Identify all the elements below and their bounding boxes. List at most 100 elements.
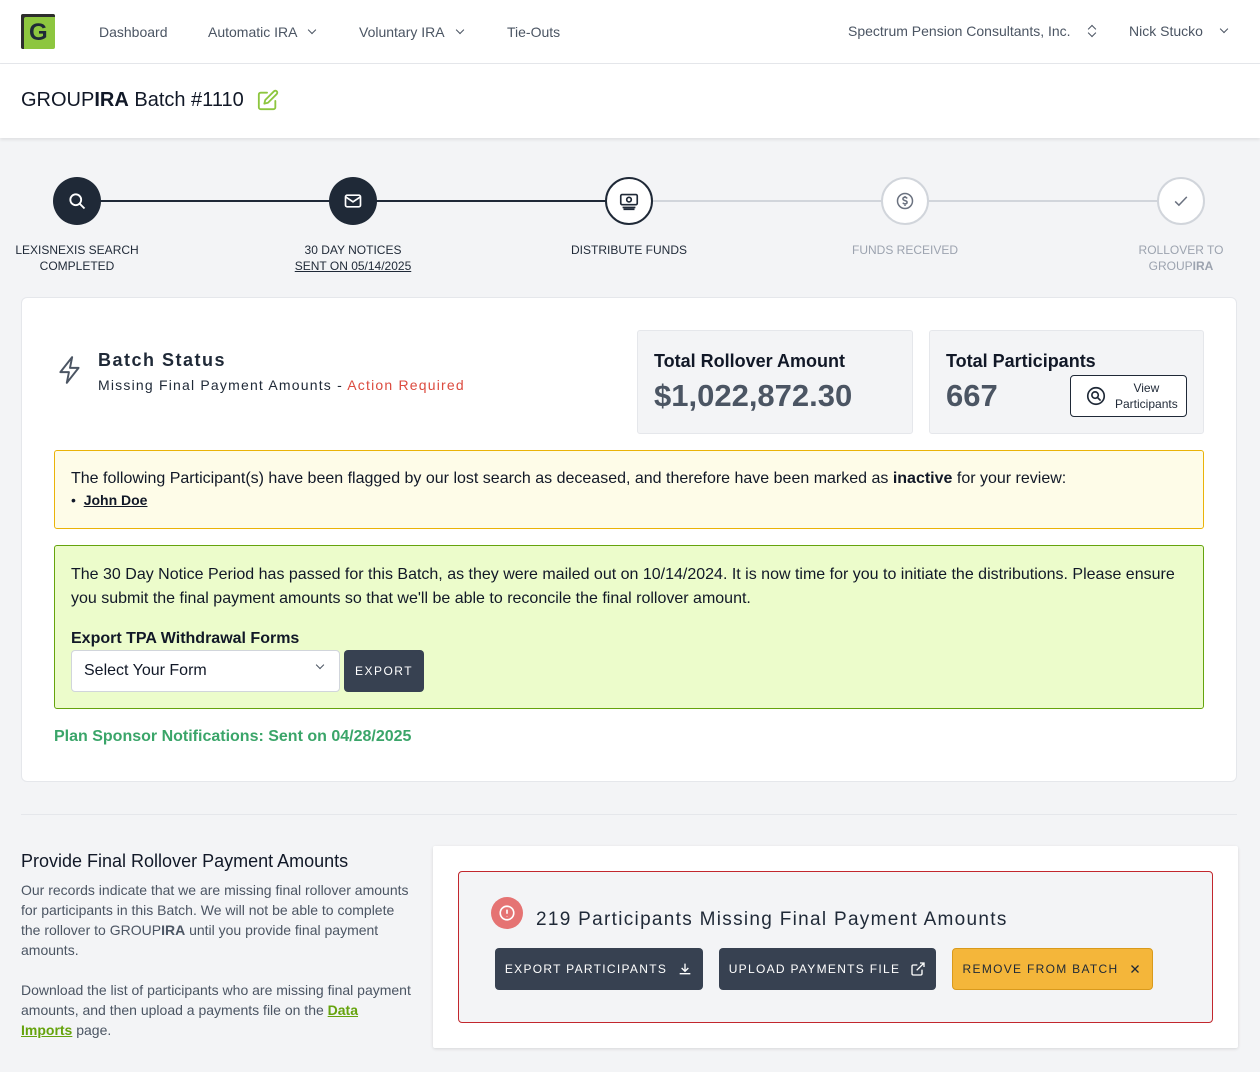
page-title: GROUPIRA Batch #1110: [21, 89, 244, 112]
notice-period-text: The 30 Day Notice Period has passed for …: [71, 566, 1175, 607]
provide-amounts-title: Provide Final Rollover Payment Amounts: [21, 851, 349, 871]
chevron-down-icon: [1219, 24, 1229, 34]
missing-amounts-title: 219 Participants Missing Final Payment A…: [536, 909, 1008, 930]
step-funds-received: [881, 177, 929, 225]
provide-paragraph: Our records indicate that we are missing…: [21, 880, 411, 960]
edit-icon[interactable]: [257, 89, 279, 111]
user-name: Nick Stucko: [1129, 23, 1203, 39]
chevron-down-icon: [308, 25, 317, 35]
lightning-icon: [59, 356, 80, 384]
step-label-line: LexisNexis Search: [15, 243, 139, 257]
step-notices: [329, 177, 377, 225]
step-label-notices: 30 Day Notices Sent on 05/14/2025: [273, 242, 433, 274]
view-participants-label: View Participants: [1111, 380, 1178, 412]
view-participants-line: View: [1133, 381, 1160, 395]
alert-text: The following Participant(s) have been f…: [71, 470, 893, 487]
step-lexisnexis: [53, 177, 101, 225]
step-label-line: 30 Day Notices: [304, 243, 402, 257]
rollover-amount-label: Total Rollover Amount: [654, 351, 845, 371]
participants-value: 667: [946, 378, 998, 413]
org-name: Spectrum Pension Consultants, Inc.: [848, 23, 1071, 39]
external-link-icon: [911, 962, 925, 976]
chevron-down-icon: [455, 25, 464, 35]
status-text: Missing Final Payment Amounts -: [98, 377, 348, 393]
step-connector: [376, 200, 606, 202]
action-required-text: Action Required: [347, 377, 465, 393]
participants-card: Total Participants 667 View Participants: [929, 330, 1204, 434]
nav-dashboard[interactable]: Dashboard: [99, 24, 168, 40]
view-participants-button[interactable]: View Participants: [1070, 375, 1187, 417]
export-participants-button[interactable]: EXPORT PARTICIPANTS: [495, 948, 703, 990]
notice-period-alert: The 30 Day Notice Period has passed for …: [54, 545, 1204, 709]
deceased-list-item: • John Doe: [71, 492, 148, 508]
step-label-line: Completed: [39, 259, 115, 273]
top-nav: G Dashboard Automatic IRA Voluntary IRA …: [0, 0, 1260, 64]
section-divider: [21, 814, 1237, 815]
close-icon: [1131, 965, 1140, 973]
notices-sent-link[interactable]: Sent on 05/14/2025: [295, 259, 412, 273]
nav-tie-outs-label: Tie-Outs: [507, 24, 561, 40]
dollar-icon: [896, 192, 914, 210]
remove-from-batch-button[interactable]: REMOVE FROM BATCH: [952, 948, 1153, 990]
brand-logo[interactable]: G: [21, 14, 55, 49]
deceased-alert-text: The following Participant(s) have been f…: [71, 470, 1187, 488]
upload-payments-button[interactable]: UPLOAD PAYMENTS FILE: [719, 948, 936, 990]
alert-circle-icon: [491, 897, 523, 929]
brand-bold: IRA: [94, 89, 129, 111]
nav-dashboard-label: Dashboard: [99, 24, 168, 40]
step-label-lexisnexis: LexisNexis Search Completed: [0, 242, 157, 274]
form-select-value: Select Your Form: [84, 662, 207, 679]
missing-amounts-box: 219 Participants Missing Final Payment A…: [458, 871, 1213, 1023]
deceased-alert: The following Participant(s) have been f…: [54, 450, 1204, 529]
view-participants-line: Participants: [1115, 397, 1178, 411]
sponsor-notification-text: Plan Sponsor Notifications: Sent on 04/2…: [54, 728, 412, 745]
search-person-icon: [1086, 386, 1106, 406]
brand-bold: IRA: [161, 922, 186, 938]
check-icon: [1174, 196, 1188, 207]
alert-bold-text: inactive: [892, 470, 953, 487]
rollover-amount-value: $1,022,872.30: [654, 378, 853, 413]
batch-status-title: Batch Status: [98, 350, 227, 370]
nav-tie-outs[interactable]: Tie-Outs: [507, 24, 560, 40]
provide-paragraph: Download the list of participants who ar…: [21, 980, 411, 1040]
money-icon: [619, 193, 639, 211]
step-label-distribute: Distribute Funds: [549, 242, 709, 258]
export-participants-label: EXPORT PARTICIPANTS: [504, 962, 668, 976]
step-label-line: Funds Received: [851, 243, 958, 257]
brand-bold: IRA: [1192, 259, 1214, 273]
search-icon: [69, 193, 86, 210]
step-distribute: [605, 177, 653, 225]
step-label-rollover: Rollover to GROUPIRA: [1101, 242, 1260, 274]
step-label-line: Distribute Funds: [570, 243, 687, 257]
nav-automatic-ira[interactable]: Automatic IRA: [208, 24, 317, 40]
step-connector: [652, 200, 882, 202]
batch-status-text: Missing Final Payment Amounts - Action R…: [98, 377, 465, 393]
brand-prefix: GROUP: [21, 89, 95, 111]
provide-amounts-text: Our records indicate that we are missing…: [21, 880, 411, 1040]
selector-icon: [1087, 24, 1097, 38]
upload-payments-label: UPLOAD PAYMENTS FILE: [728, 962, 901, 976]
nav-automatic-ira-label: Automatic IRA: [208, 24, 298, 40]
nav-voluntary-ira[interactable]: Voluntary IRA: [359, 24, 464, 40]
step-connector: [928, 200, 1158, 202]
rollover-amount-card: Total Rollover Amount $1,022,872.30: [637, 330, 913, 434]
chevron-down-icon: [315, 660, 325, 670]
remove-from-batch-label: REMOVE FROM BATCH: [962, 962, 1119, 976]
user-menu[interactable]: Nick Stucko: [1129, 23, 1229, 39]
brand-prefix: GROUP: [1148, 259, 1193, 273]
deceased-participant-link[interactable]: John Doe: [84, 492, 148, 508]
export-forms-label: Export TPA Withdrawal Forms: [71, 630, 300, 647]
org-switcher[interactable]: Spectrum Pension Consultants, Inc.: [848, 23, 1097, 39]
form-select[interactable]: Select Your Form: [71, 650, 340, 692]
batch-title: Batch #1110: [128, 89, 244, 111]
step-label-line: Rollover to: [1138, 243, 1224, 257]
envelope-icon: [344, 194, 362, 208]
step-label-funds-received: Funds Received: [825, 242, 985, 258]
step-rollover: [1157, 177, 1205, 225]
download-icon: [679, 963, 691, 975]
export-button[interactable]: EXPORT: [344, 650, 424, 692]
alert-text: for your review:: [952, 470, 1067, 487]
participants-label: Total Participants: [946, 351, 1096, 371]
logo-letter: G: [29, 19, 48, 46]
provide-text: page.: [72, 1022, 112, 1038]
